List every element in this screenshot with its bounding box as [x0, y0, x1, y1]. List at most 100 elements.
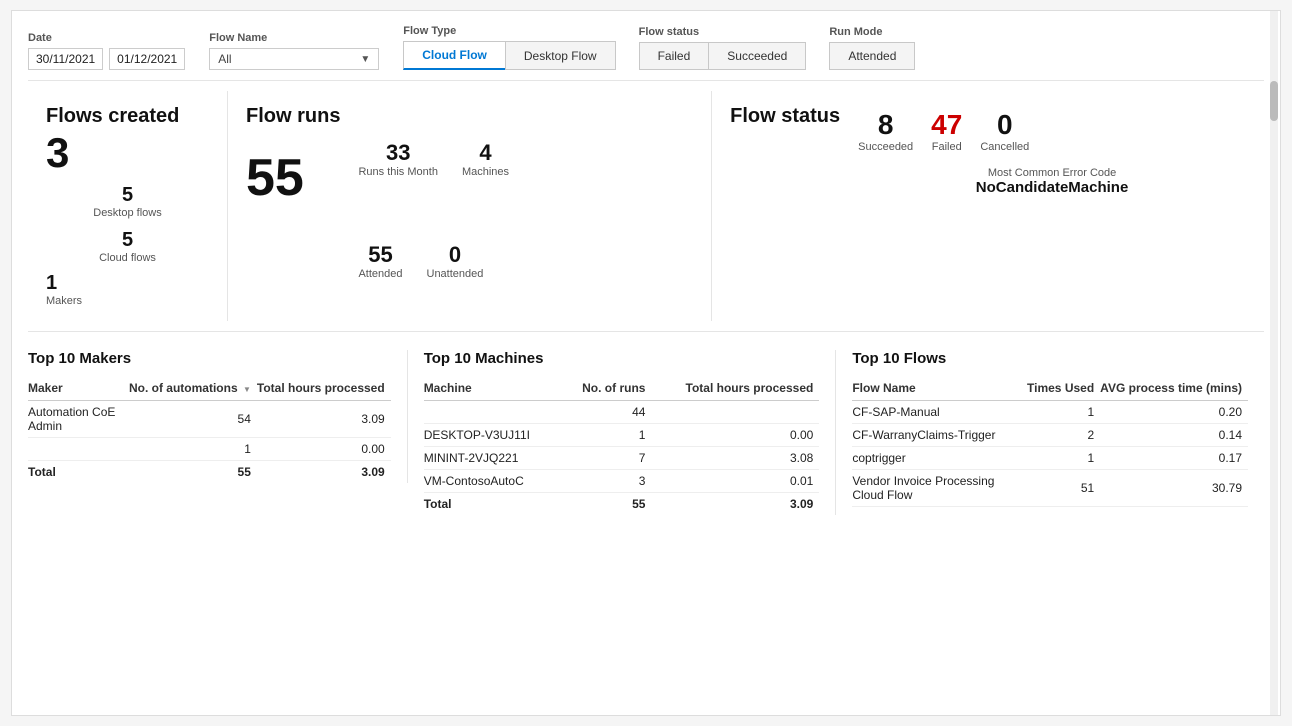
machines-total-row: Total 55 3.09: [424, 493, 820, 516]
machine-name: [424, 401, 565, 424]
scrollbar[interactable]: [1270, 11, 1278, 715]
date-from-input[interactable]: 30/11/2021: [28, 48, 103, 70]
cancelled-col: 0 Cancelled: [980, 109, 1029, 153]
machine-name: VM-ContosoAutoC: [424, 470, 565, 493]
error-label: Most Common Error Code: [858, 167, 1246, 179]
flow-runs-right: 33 Runs this Month 4 Machines 55 Attende…: [358, 105, 509, 307]
flow-avg: 0.17: [1100, 447, 1248, 470]
makers-num: 1: [46, 272, 57, 295]
table-row: VM-ContosoAutoC 3 0.01: [424, 470, 820, 493]
run-mode-attended-btn[interactable]: Attended: [829, 42, 915, 70]
flow-avg: 0.14: [1100, 424, 1248, 447]
table-row: MININT-2VJQ221 7 3.08: [424, 447, 820, 470]
flows-created-section: Flows created 3 5 Desktop flows 5 Cloud …: [28, 91, 228, 321]
flow-status-title: Flow status: [730, 105, 840, 128]
date-filter-group: Date 30/11/2021 01/12/2021: [28, 32, 185, 70]
run-mode-buttons: Attended: [829, 42, 914, 70]
makers-col-automations[interactable]: No. of automations ▼: [129, 377, 257, 401]
flow-times: 51: [1027, 470, 1100, 507]
flow-type-group: Flow Type Cloud Flow Desktop Flow: [403, 25, 614, 70]
flow-type-buttons: Cloud Flow Desktop Flow: [403, 41, 614, 70]
desktop-flows-item: 5 Desktop flows: [46, 184, 209, 219]
flows-col-times: Times Used: [1027, 377, 1100, 401]
attended-count: 55 Attended: [358, 242, 402, 280]
makers-total-row: Total 55 3.09: [28, 461, 391, 484]
flow-type-label: Flow Type: [403, 25, 614, 37]
machine-hours: 0.01: [651, 470, 819, 493]
flow-status-filter-label: Flow status: [639, 26, 806, 38]
machines-total-runs: 55: [565, 493, 652, 516]
flow-status-group: Flow status Failed Succeeded: [639, 26, 806, 70]
cloud-flows-label: Cloud flows: [99, 252, 156, 264]
cancelled-label: Cancelled: [980, 141, 1029, 153]
top-makers-section: Top 10 Makers Maker No. of automations ▼…: [28, 350, 408, 483]
desktop-flows-num: 5: [122, 184, 133, 207]
flow-avg: 30.79: [1100, 470, 1248, 507]
flow-avg: 0.20: [1100, 401, 1248, 424]
top-flows-section: Top 10 Flows Flow Name Times Used AVG pr…: [852, 350, 1264, 507]
machines-total-hours: 3.09: [651, 493, 819, 516]
table-row: coptrigger 1 0.17: [852, 447, 1248, 470]
maker-name: Automation CoE Admin: [28, 401, 129, 438]
flow-times: 1: [1027, 447, 1100, 470]
succeeded-label: Succeeded: [858, 141, 913, 153]
maker-automations: 1: [129, 438, 257, 461]
flow-type-cloud-btn[interactable]: Cloud Flow: [403, 41, 506, 70]
error-code: NoCandidateMachine: [858, 179, 1246, 196]
flows-col-avg: AVG process time (mins): [1100, 377, 1248, 401]
makers-item: 1 Makers: [46, 272, 209, 307]
machine-runs: 7: [565, 447, 652, 470]
machine-hours: [651, 401, 819, 424]
flow-name: CF-SAP-Manual: [852, 401, 1027, 424]
flow-name: Vendor Invoice Processing Cloud Flow: [852, 470, 1027, 507]
flow-runs-section: Flow runs 55 33 Runs this Month 4 Machin…: [228, 91, 712, 321]
flow-runs-big: 55: [246, 150, 340, 207]
flow-status-left: Flow status: [730, 105, 840, 307]
flow-times: 1: [1027, 401, 1100, 424]
cloud-flows-num: 5: [122, 229, 133, 252]
flows-created-value: 3: [46, 130, 209, 176]
machines-col-hours: Total hours processed: [651, 377, 819, 401]
maker-hours: 0.00: [257, 438, 391, 461]
succeeded-num: 8: [878, 109, 894, 141]
machine-runs: 1: [565, 424, 652, 447]
makers-table: Maker No. of automations ▼ Total hours p…: [28, 377, 391, 483]
table-row: CF-WarranyClaims-Trigger 2 0.14: [852, 424, 1248, 447]
cloud-flows-item: 5 Cloud flows: [46, 229, 209, 264]
top-makers-title: Top 10 Makers: [28, 350, 391, 367]
flow-name: CF-WarranyClaims-Trigger: [852, 424, 1027, 447]
maker-hours: 3.09: [257, 401, 391, 438]
flow-status-right: 8 Succeeded 47 Failed 0 Cancelled Most C…: [858, 105, 1246, 307]
scrollbar-thumb[interactable]: [1270, 81, 1278, 121]
filter-row: Date 30/11/2021 01/12/2021 Flow Name All…: [28, 25, 1264, 81]
flow-status-failed-btn[interactable]: Failed: [639, 42, 710, 70]
date-to-input[interactable]: 01/12/2021: [109, 48, 185, 70]
flow-times: 2: [1027, 424, 1100, 447]
failed-num: 47: [931, 109, 962, 141]
flow-name-value: All: [218, 52, 231, 66]
chevron-down-icon: ▼: [360, 54, 370, 65]
flow-name-select[interactable]: All ▼: [209, 48, 379, 70]
flow-status-nums: 8 Succeeded 47 Failed 0 Cancelled: [858, 109, 1246, 153]
failed-label: Failed: [932, 141, 962, 153]
makers-total-label: Total: [28, 461, 129, 484]
table-row: Vendor Invoice Processing Cloud Flow 51 …: [852, 470, 1248, 507]
machine-runs: 3: [565, 470, 652, 493]
makers-total-automations: 55: [129, 461, 257, 484]
machine-hours: 0.00: [651, 424, 819, 447]
machine-hours: 3.08: [651, 447, 819, 470]
flow-type-desktop-btn[interactable]: Desktop Flow: [505, 41, 616, 70]
flows-created-title: Flows created: [46, 105, 209, 128]
machine-name: MININT-2VJQ221: [424, 447, 565, 470]
flow-status-succeeded-btn[interactable]: Succeeded: [708, 42, 806, 70]
machines-total-label: Total: [424, 493, 565, 516]
maker-name: [28, 438, 129, 461]
maker-automations: 54: [129, 401, 257, 438]
kpi-row: Flows created 3 5 Desktop flows 5 Cloud …: [28, 91, 1264, 332]
flow-runs-top-row: 33 Runs this Month 4 Machines: [358, 140, 509, 178]
table-row: 1 0.00: [28, 438, 391, 461]
runs-this-month: 33 Runs this Month: [358, 140, 437, 178]
failed-col: 47 Failed: [931, 109, 962, 153]
flow-status-buttons: Failed Succeeded: [639, 42, 806, 70]
flows-table: Flow Name Times Used AVG process time (m…: [852, 377, 1248, 507]
